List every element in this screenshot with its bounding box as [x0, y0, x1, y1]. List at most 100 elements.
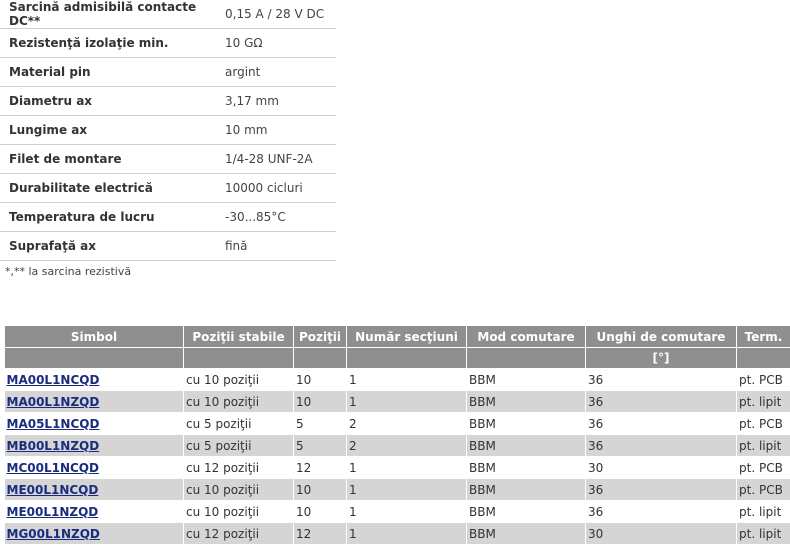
cell-pozitii: 10	[293, 500, 347, 523]
product-link[interactable]: ME00L1NCQD	[7, 483, 99, 497]
cell-term: pt. PCB	[736, 456, 790, 479]
column-header-pozitii: Poziţii	[293, 325, 347, 348]
cell-mod-comutare: BBM	[466, 500, 586, 523]
cell-pozitii: 5	[293, 434, 347, 457]
cell-unghi-comutare: 30	[585, 456, 737, 479]
cell-numar-sectiuni: 1	[346, 478, 467, 501]
cell-unghi-comutare: 36	[585, 412, 737, 435]
product-link[interactable]: ME00L1NZQD	[7, 505, 99, 519]
cell-mod-comutare: BBM	[466, 390, 586, 413]
product-link[interactable]: MG00L1NZQD	[7, 527, 100, 541]
cell-mod-comutare: BBM	[466, 368, 586, 391]
spec-row: Lungime ax 10 mm	[0, 115, 336, 145]
symbol-cell[interactable]: MA00L1NCQD	[4, 368, 184, 391]
cell-unghi-comutare: 30	[585, 522, 737, 545]
spec-row: Material pin argint	[0, 57, 336, 87]
symbol-cell[interactable]: MA00L1NZQD	[4, 390, 184, 413]
cell-term: pt. lipit	[736, 500, 790, 523]
column-unit-pozitii-stabile	[183, 347, 294, 369]
cell-term: pt. PCB	[736, 368, 790, 391]
cell-pozitii-stabile: cu 10 poziţii	[183, 390, 294, 413]
symbol-cell[interactable]: MG00L1NZQD	[4, 522, 184, 545]
cell-numar-sectiuni: 1	[346, 456, 467, 479]
cell-pozitii-stabile: cu 10 poziţii	[183, 368, 294, 391]
spec-row: Rezistenţă izolaţie min. 10 GΩ	[0, 28, 336, 58]
cell-mod-comutare: BBM	[466, 434, 586, 457]
cell-pozitii: 12	[293, 522, 347, 545]
spec-value: 10000 cicluri	[215, 173, 336, 203]
cell-unghi-comutare: 36	[585, 478, 737, 501]
spec-row: Suprafaţă ax fină	[0, 231, 336, 261]
table-row: ME00L1NCQD cu 10 poziţii 10 1 BBM 36 pt. PCB	[4, 478, 790, 501]
column-unit-term	[736, 347, 790, 369]
unit-row: [°]	[4, 347, 790, 369]
spec-label: Lungime ax	[0, 115, 215, 145]
products-table: Simbol Poziţii stabile Poziţii Număr secţiu…	[4, 325, 790, 545]
cell-pozitii: 10	[293, 478, 347, 501]
cell-mod-comutare: BBM	[466, 412, 586, 435]
cell-unghi-comutare: 36	[585, 390, 737, 413]
cell-pozitii: 5	[293, 412, 347, 435]
symbol-cell[interactable]: ME00L1NZQD	[4, 500, 184, 523]
cell-numar-sectiuni: 1	[346, 522, 467, 545]
spec-label: Durabilitate electrică	[0, 173, 215, 203]
cell-numar-sectiuni: 1	[346, 390, 467, 413]
column-header-simbol: Simbol	[4, 325, 184, 348]
column-header-numar-sectiuni: Număr secţiuni	[346, 325, 467, 348]
spec-row: Diametru ax 3,17 mm	[0, 86, 336, 116]
spec-row: Filet de montare 1/4-28 UNF-2A	[0, 144, 336, 174]
column-header-unghi-comutare: Unghi de comutare	[585, 325, 737, 348]
product-link[interactable]: MA00L1NZQD	[7, 395, 100, 409]
spec-value: 3,17 mm	[215, 86, 336, 116]
cell-mod-comutare: BBM	[466, 456, 586, 479]
product-link[interactable]: MB00L1NZQD	[7, 439, 100, 453]
cell-numar-sectiuni: 1	[346, 500, 467, 523]
symbol-cell[interactable]: MA05L1NCQD	[4, 412, 184, 435]
column-unit-mod-comutare	[466, 347, 586, 369]
cell-unghi-comutare: 36	[585, 500, 737, 523]
column-unit-unghi-comutare: [°]	[585, 347, 737, 369]
product-link[interactable]: MA05L1NCQD	[7, 417, 100, 431]
cell-pozitii: 12	[293, 456, 347, 479]
column-header-pozitii-stabile: Poziţii stabile	[183, 325, 294, 348]
header-row: Simbol Poziţii stabile Poziţii Număr secţiu…	[4, 325, 790, 348]
table-row: ME00L1NZQD cu 10 poziţii 10 1 BBM 36 pt. lipit	[4, 500, 790, 523]
column-unit-pozitii	[293, 347, 347, 369]
cell-pozitii-stabile: cu 5 poziţii	[183, 434, 294, 457]
column-unit-numar-sectiuni	[346, 347, 467, 369]
spec-value: argint	[215, 57, 336, 87]
symbol-cell[interactable]: ME00L1NCQD	[4, 478, 184, 501]
spec-row: Durabilitate electrică 10000 cicluri	[0, 173, 336, 203]
spec-label: Suprafaţă ax	[0, 231, 215, 261]
spec-value: -30...85°C	[215, 202, 336, 232]
cell-term: pt. PCB	[736, 478, 790, 501]
cell-unghi-comutare: 36	[585, 368, 737, 391]
cell-pozitii-stabile: cu 12 poziţii	[183, 522, 294, 545]
spec-value: 10 GΩ	[215, 28, 336, 58]
cell-pozitii: 10	[293, 368, 347, 391]
cell-pozitii-stabile: cu 12 poziţii	[183, 456, 294, 479]
spec-row: Temperatura de lucru -30...85°C	[0, 202, 336, 232]
product-link[interactable]: MC00L1NCQD	[7, 461, 99, 475]
cell-numar-sectiuni: 2	[346, 412, 467, 435]
column-header-mod-comutare: Mod comutare	[466, 325, 586, 348]
cell-pozitii-stabile: cu 5 poziţii	[183, 412, 294, 435]
cell-mod-comutare: BBM	[466, 522, 586, 545]
symbol-cell[interactable]: MB00L1NZQD	[4, 434, 184, 457]
symbol-cell[interactable]: MC00L1NCQD	[4, 456, 184, 479]
table-row: MB00L1NZQD cu 5 poziţii 5 2 BBM 36 pt. lipit	[4, 434, 790, 457]
spec-label: Material pin	[0, 57, 215, 87]
spec-label: Rezistenţă izolaţie min.	[0, 28, 215, 58]
spec-value: 10 mm	[215, 115, 336, 145]
specifications-table: Sarcină admisibilă contacte DC** 0,15 A /…	[0, 0, 336, 261]
column-unit-simbol	[4, 347, 184, 369]
cell-unghi-comutare: 36	[585, 434, 737, 457]
cell-term: pt. PCB	[736, 412, 790, 435]
cell-term: pt. lipit	[736, 390, 790, 413]
cell-numar-sectiuni: 2	[346, 434, 467, 457]
spec-label: Temperatura de lucru	[0, 202, 215, 232]
product-link[interactable]: MA00L1NCQD	[7, 373, 100, 387]
spec-value: 1/4-28 UNF-2A	[215, 144, 336, 174]
cell-term: pt. lipit	[736, 434, 790, 457]
spec-label: Diametru ax	[0, 86, 215, 116]
